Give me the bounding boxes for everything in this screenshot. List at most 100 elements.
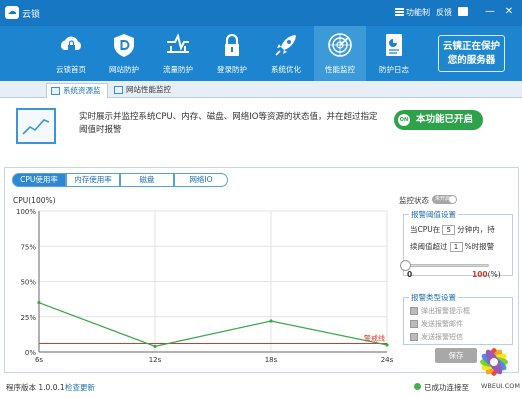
data-point [153, 344, 157, 348]
y-tick-label: 50% [20, 279, 36, 287]
function-menu-link[interactable]: 功能制 [406, 7, 430, 18]
nav-label: 云锁首页 [56, 65, 86, 74]
data-point [37, 301, 41, 305]
y-tick-label: 100% [16, 208, 36, 216]
monitor-status-label: 监控状态 [399, 196, 429, 205]
nav-item-performance-monitor[interactable]: 性能监控 [314, 26, 366, 81]
series-line [38, 302, 388, 347]
radar-icon [328, 33, 352, 57]
rocket-icon [275, 35, 296, 56]
x-tick-label: 6s [35, 356, 43, 364]
traffic-icon [167, 33, 189, 53]
y-tick-label: 25% [20, 314, 36, 322]
connection-status: 已成功连接至 [424, 383, 469, 392]
cloud-lock-icon [60, 36, 82, 51]
monitor-panel: CPU使用率 内存使用率 磁盘 网络IO CPU(100%) 0% 25% 50% 75… [4, 167, 519, 373]
slider-max: 100(%) [472, 270, 501, 279]
minutes-input[interactable]: 5 [442, 225, 456, 235]
menu-icon[interactable] [395, 8, 404, 16]
checkbox-label: 发送报警邮件 [421, 320, 463, 328]
tab-memory-usage[interactable]: 内存使用率 [66, 173, 120, 187]
slider-min-label: 0 [407, 270, 413, 279]
data-point [385, 343, 389, 347]
feature-enabled-button[interactable]: ON 本功能已开启 [394, 110, 483, 130]
data-point [269, 319, 273, 323]
nav-label: 系统优化 [271, 65, 301, 74]
log-book-icon [386, 34, 402, 56]
nav-item-home[interactable]: 云锁首页 [45, 26, 97, 81]
feature-info: 实时展示并监控系统CPU、内存、磁盘、网络IO等资源的状态值，并在超过指定阈值时… [0, 98, 522, 166]
line-chart-icon [16, 108, 56, 144]
sub-tab-bar: 系统资源监控 网站性能监控 [0, 81, 522, 109]
threshold-line: 续阈值超过 1 %时报警 [410, 241, 494, 252]
tab-label: 网站性能监控 [126, 85, 171, 94]
nav-item-login-protection[interactable]: 登录防护 [206, 26, 258, 81]
continuous-prefix: 续阈值超过 [410, 242, 448, 251]
tab-system-resource-monitor[interactable]: 系统资源监控 [46, 83, 108, 109]
connection-status-icon [414, 383, 421, 390]
email-alert-checkbox[interactable]: 发送报警邮件 [410, 319, 463, 329]
nav-label: 登录防护 [217, 65, 247, 74]
nav-item-site-protection[interactable]: 网站防护 [98, 26, 150, 81]
checkbox-label: 发送报警短信 [421, 333, 463, 341]
protection-status-banner: 云镜正在保护 您的服务器 [438, 35, 505, 72]
nav-label: 防护日志 [379, 65, 409, 74]
watermark: WBEUI.COM [464, 338, 520, 396]
promo-line-1: 云镜正在保护 [442, 41, 500, 52]
group-title: 报警类型设置 [409, 292, 458, 303]
y-tick-label: 75% [20, 243, 36, 251]
nav-label: 网站防护 [109, 65, 139, 74]
monitor-icon [114, 86, 123, 94]
minimize-button[interactable]: — [483, 5, 497, 19]
shield-d-icon [114, 34, 134, 57]
x-tick-label: 24s [381, 356, 394, 364]
cpu-line-prefix: 当CPU在 [410, 225, 441, 234]
main-nav: 云锁首页 网站防护 流量防护 登录防护 系统优化 性能监控 防护日志 云镜正在保… [0, 26, 522, 81]
close-button[interactable]: ✕ [502, 5, 516, 19]
nav-item-traffic-protection[interactable]: 流量防护 [152, 26, 204, 81]
group-title: 报警阈值设置 [409, 209, 458, 220]
tab-cpu-usage[interactable]: CPU使用率 [12, 173, 66, 187]
feature-description: 实时展示并监控系统CPU、内存、磁盘、网络IO等资源的状态值，并在超过指定阈值时… [79, 112, 378, 135]
cpu-duration-line: 当CPU在 5 分钟内，持 [410, 224, 495, 235]
nav-item-system-optimize[interactable]: 系统优化 [260, 26, 312, 81]
version-label: 程序版本 1.0.0.1 [6, 383, 65, 392]
app-title: 云锁 [22, 10, 41, 20]
monitor-status-toggle[interactable]: 未开启 [432, 195, 457, 204]
watermark-text: WBEUI.COM [481, 382, 520, 390]
title-bar: ☁ 云锁 功能制 反馈 — ✕ [0, 0, 522, 26]
promo-line-2: 您的服务器 [447, 55, 496, 66]
cpu-usage-chart: CPU(100%)0%25%50%75%100%6s 12s 18s 24s警戒线 [13, 196, 394, 364]
continuous-suffix: %时报警 [464, 242, 495, 251]
check-update-link[interactable]: 检查更新 [65, 382, 95, 393]
cpu-line-suffix: 分钟内，持 [457, 225, 495, 234]
flower-logo-icon [480, 348, 508, 376]
app-logo-icon: ☁ [5, 6, 19, 19]
skin-icon[interactable] [458, 7, 468, 16]
sms-alert-checkbox[interactable]: 发送报警短信 [410, 332, 463, 342]
status-bar: 程序版本 1.0.0.1 检查更新 已成功连接至 [0, 377, 522, 398]
checkbox-label: 弹出报警提示框 [421, 307, 470, 315]
feedback-link[interactable]: 反馈 [436, 7, 452, 18]
threshold-input[interactable]: 1 [449, 242, 463, 252]
checkbox-icon [410, 333, 418, 341]
slider-max-label: 100 [472, 270, 488, 279]
nav-label: 流量防护 [163, 65, 193, 74]
threshold-slider[interactable] [400, 260, 489, 271]
popup-alert-checkbox[interactable]: 弹出报警提示框 [410, 306, 470, 316]
tab-disk[interactable]: 磁盘 [120, 173, 174, 187]
checkbox-icon [410, 320, 418, 328]
nav-item-protection-log[interactable]: 防护日志 [368, 26, 420, 81]
x-tick-label: 12s [149, 356, 162, 364]
checkbox-icon [410, 307, 418, 315]
slider-unit-label: (%) [487, 270, 501, 279]
padlock-icon [225, 33, 239, 56]
power-on-icon: ON [398, 114, 410, 126]
enabled-label: 本功能已开启 [416, 114, 474, 125]
monitor-icon [51, 87, 60, 95]
tab-website-performance-monitor[interactable]: 网站性能监控 [110, 83, 172, 98]
chart-title: CPU(100%) [13, 196, 56, 205]
nav-label: 性能监控 [325, 65, 355, 74]
x-tick-label: 18s [265, 356, 278, 364]
tab-network-io[interactable]: 网络IO [174, 173, 228, 187]
